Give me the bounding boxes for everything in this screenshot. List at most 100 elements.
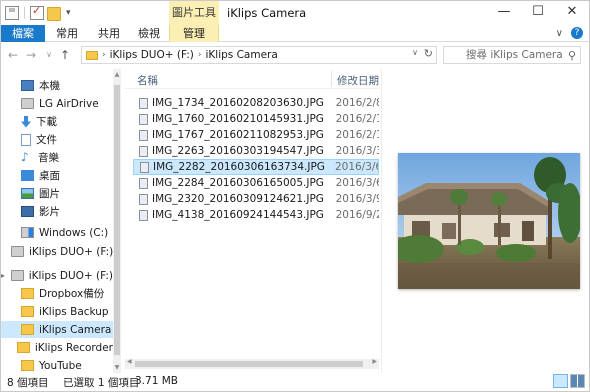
nav-item-dropbox-backup[interactable]: Dropbox備份	[1, 285, 113, 302]
minimize-button[interactable]: —	[487, 1, 521, 25]
breadcrumb-separator-icon: ›	[197, 50, 202, 60]
download-icon	[21, 115, 31, 128]
nav-item-lg-airdrive[interactable]: LG AirDrive	[1, 95, 113, 112]
nav-item-iklips-camera[interactable]: iKlips Camera	[1, 321, 113, 338]
file-list: ^ 名稱 修改日期 IMG_1734_20160208203630.JPG 20…	[125, 69, 379, 373]
nav-item-desktop[interactable]: 桌面	[1, 167, 113, 184]
forward-button[interactable]: →	[23, 47, 39, 63]
folder-icon	[21, 288, 34, 299]
document-icon	[21, 133, 31, 146]
table-row[interactable]: IMG_4138_20160924144543.JPG 2016/9/24	[133, 207, 379, 223]
jpg-file-icon	[139, 97, 148, 109]
save-icon[interactable]	[5, 6, 19, 20]
scroll-left-icon[interactable]: ◀	[127, 358, 132, 365]
scroll-up-icon[interactable]: ▲	[113, 71, 121, 78]
column-divider[interactable]	[331, 71, 332, 87]
jpg-file-icon	[139, 129, 148, 141]
scrollbar-thumb[interactable]	[114, 85, 120, 355]
qat-dropdown-icon[interactable]: ▾	[66, 8, 71, 18]
tab-manage[interactable]: 管理	[169, 25, 219, 42]
nav-item-label: 桌面	[39, 170, 60, 182]
help-icon[interactable]: ?	[571, 27, 583, 39]
nav-item-label: iKlips DUO+ (F:)	[29, 245, 113, 258]
pictures-icon	[21, 188, 34, 199]
address-bar[interactable]: › iKlips DUO+ (F:) › iKlips Camera ∨ ↻	[81, 46, 437, 64]
nav-item-label: YouTube	[39, 359, 82, 372]
column-header-date-modified[interactable]: 修改日期	[337, 73, 379, 88]
nav-item-iklips-backup[interactable]: iKlips Backup	[1, 303, 113, 320]
nav-item-documents[interactable]: 文件	[1, 131, 113, 148]
nav-item-downloads[interactable]: 下載	[1, 113, 113, 130]
refresh-icon[interactable]: ↻	[424, 47, 433, 60]
nav-item-iklips-recorder[interactable]: iKlips Recorder	[1, 339, 113, 356]
nav-item-label: LG AirDrive	[39, 97, 99, 110]
details-view-icon[interactable]	[553, 374, 568, 388]
selected-size: 3.71 MB	[135, 375, 178, 387]
usb-drive-icon	[11, 246, 24, 257]
file-date: 2016/2/8	[335, 97, 379, 109]
table-row-selected[interactable]: IMG_2282_20160306163734.JPG 2016/3/6	[133, 159, 379, 175]
file-name: IMG_1767_20160211082953.JPG	[152, 129, 324, 141]
expand-icon[interactable]: ▸	[1, 271, 9, 280]
back-button[interactable]: ←	[5, 47, 21, 63]
nav-item-music[interactable]: ♪ 音樂	[1, 149, 113, 166]
drive-icon	[21, 98, 34, 109]
table-row[interactable]: IMG_2284_20160306165005.JPG 2016/3/6	[133, 175, 379, 191]
tab-view[interactable]: 檢視	[135, 25, 163, 42]
folder-icon	[86, 50, 98, 60]
table-row[interactable]: IMG_1767_20160211082953.JPG 2016/2/11	[133, 127, 379, 143]
breadcrumb-folder[interactable]: iKlips Camera	[205, 49, 277, 61]
quick-access-toolbar: ▾	[5, 4, 71, 21]
column-header-name[interactable]: 名稱	[137, 73, 158, 88]
recent-locations-button[interactable]: ∨	[41, 47, 57, 63]
nav-item-iklips-drive[interactable]: iKlips DUO+ (F:)	[1, 243, 113, 260]
windows-drive-icon	[21, 227, 34, 238]
nav-scrollbar[interactable]: ▲ ▼	[113, 69, 121, 373]
table-row[interactable]: IMG_1760_20160210145931.JPG 2016/2/10	[133, 111, 379, 127]
nav-item-label: 文件	[36, 134, 57, 146]
scroll-right-icon[interactable]: ▶	[372, 358, 377, 365]
file-name: IMG_2263_20160303194547.JPG	[152, 145, 324, 157]
table-row[interactable]: IMG_1734_20160208203630.JPG 2016/2/8	[133, 95, 379, 111]
tab-home[interactable]: 常用	[53, 25, 81, 42]
address-dropdown-icon[interactable]: ∨	[412, 48, 418, 57]
up-button[interactable]: ↑	[57, 47, 73, 63]
file-name: IMG_2282_20160306163734.JPG	[153, 161, 325, 173]
ribbon-tabs: 檔案 常用 共用 檢視 管理 ∨ ?	[1, 25, 589, 42]
large-icons-view-icon[interactable]	[570, 374, 585, 388]
nav-item-label: 本機	[39, 80, 60, 92]
table-row[interactable]: IMG_2263_20160303194547.JPG 2016/3/3	[133, 143, 379, 159]
jpg-file-icon	[140, 161, 149, 173]
search-icon: ⚲	[567, 49, 576, 62]
properties-check-icon[interactable]	[30, 4, 44, 20]
file-date: 2016/3/9	[335, 193, 379, 205]
scroll-down-icon[interactable]: ▼	[113, 364, 121, 371]
nav-item-this-pc[interactable]: 本機	[1, 77, 113, 94]
tab-file[interactable]: 檔案	[1, 25, 45, 42]
tab-share[interactable]: 共用	[95, 25, 123, 42]
new-folder-icon[interactable]	[47, 7, 61, 21]
window-controls: — ☐ ✕	[487, 1, 589, 25]
window-title: iKlips Camera	[227, 6, 307, 20]
close-button[interactable]: ✕	[555, 1, 589, 25]
jpg-file-icon	[139, 145, 148, 157]
nav-item-youtube[interactable]: YouTube	[1, 357, 113, 374]
nav-item-iklips-drive-root[interactable]: ▸ iKlips DUO+ (F:)	[1, 267, 113, 284]
column-headers: ^ 名稱 修改日期	[125, 69, 379, 89]
jpg-file-icon	[139, 193, 148, 205]
expand-ribbon-icon[interactable]: ∨	[556, 28, 563, 39]
file-date: 2016/2/10	[335, 113, 379, 125]
scrollbar-thumb[interactable]	[135, 361, 363, 367]
table-row[interactable]: IMG_2320_20160309124621.JPG 2016/3/9	[133, 191, 379, 207]
nav-item-pictures[interactable]: 圖片	[1, 185, 113, 202]
search-placeholder: 搜尋 iKlips Camera	[466, 49, 563, 61]
photo-image	[398, 153, 580, 289]
nav-item-windows-c[interactable]: Windows (C:)	[1, 224, 113, 241]
nav-item-videos[interactable]: 影片	[1, 203, 113, 220]
file-name: IMG_2284_20160306165005.JPG	[152, 177, 324, 189]
breadcrumb-drive[interactable]: iKlips DUO+ (F:)	[110, 49, 194, 61]
search-input[interactable]: 搜尋 iKlips Camera ⚲	[443, 46, 581, 64]
maximize-button[interactable]: ☐	[521, 1, 555, 25]
address-row: ← → ∨ ↑ › iKlips DUO+ (F:) › iKlips Came…	[1, 43, 589, 67]
horizontal-scrollbar[interactable]: ◀ ▶	[125, 358, 379, 369]
